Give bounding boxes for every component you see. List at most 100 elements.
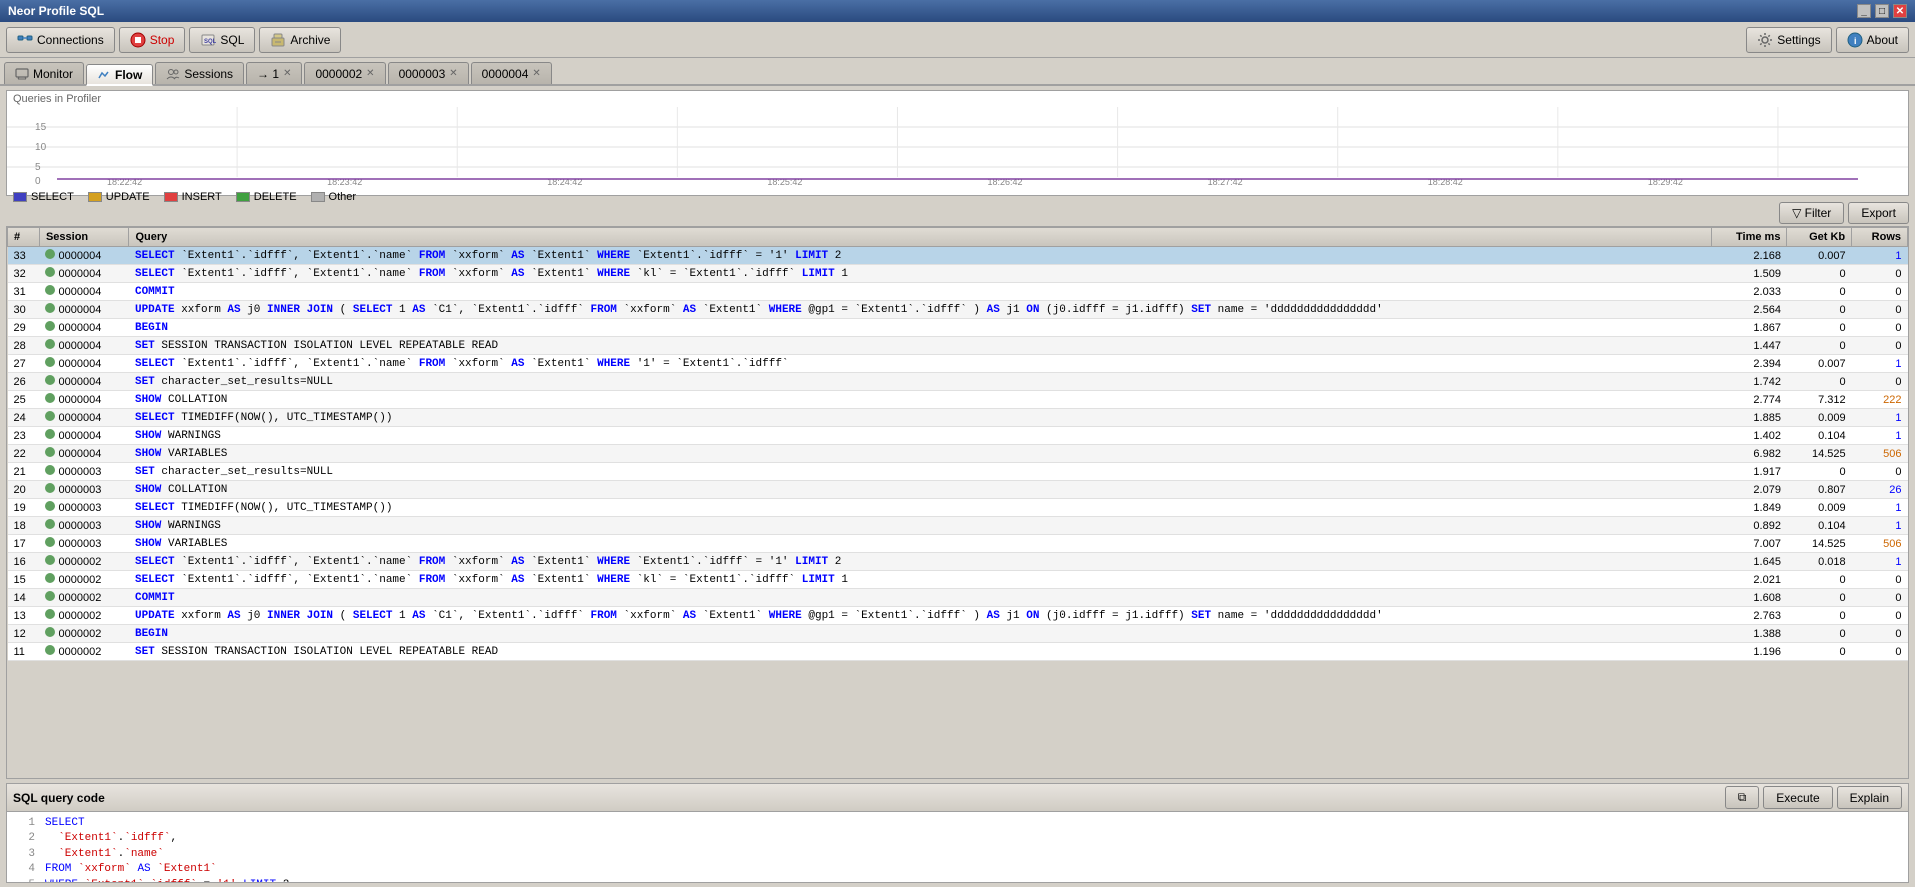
tabbar: Monitor Flow Sessions→ 1 ✕0000002 ✕00000… bbox=[0, 58, 1915, 86]
cell-getkb: 0 bbox=[1787, 625, 1852, 643]
about-button[interactable]: i About bbox=[1836, 27, 1909, 53]
table-row[interactable]: 29 0000004 BEGIN 1.867 0 0 bbox=[8, 319, 1908, 337]
connections-label: Connections bbox=[37, 33, 104, 47]
cell-time: 1.867 bbox=[1711, 319, 1787, 337]
table-row[interactable]: 11 0000002 SET SESSION TRANSACTION ISOLA… bbox=[8, 643, 1908, 661]
table-row[interactable]: 26 0000004 SET character_set_results=NUL… bbox=[8, 373, 1908, 391]
connections-button[interactable]: Connections bbox=[6, 27, 115, 53]
legend-item: Other bbox=[311, 191, 357, 203]
cell-time: 1.196 bbox=[1711, 643, 1787, 661]
table-row[interactable]: 14 0000002 COMMIT 1.608 0 0 bbox=[8, 589, 1908, 607]
status-icon bbox=[45, 591, 55, 601]
stop-button[interactable]: Stop bbox=[119, 27, 186, 53]
cell-query: SET SESSION TRANSACTION ISOLATION LEVEL … bbox=[129, 337, 1711, 355]
tab-close-t2[interactable]: ✕ bbox=[366, 68, 374, 79]
cell-num: 28 bbox=[8, 337, 40, 355]
table-row[interactable]: 33 0000004 SELECT `Extent1`.`idfff`, `Ex… bbox=[8, 247, 1908, 265]
svg-text:15: 15 bbox=[35, 122, 47, 133]
cell-query: SELECT TIMEDIFF(NOW(), UTC_TIMESTAMP()) bbox=[129, 499, 1711, 517]
query-table[interactable]: # Session Query Time ms Get Kb Rows 33 0… bbox=[6, 226, 1909, 779]
tab-t1[interactable]: → 1 ✕ bbox=[246, 62, 302, 84]
table-row[interactable]: 28 0000004 SET SESSION TRANSACTION ISOLA… bbox=[8, 337, 1908, 355]
cell-time: 2.021 bbox=[1711, 571, 1787, 589]
cell-getkb: 0.104 bbox=[1787, 517, 1852, 535]
table-row[interactable]: 15 0000002 SELECT `Extent1`.`idfff`, `Ex… bbox=[8, 571, 1908, 589]
cell-query: COMMIT bbox=[129, 589, 1711, 607]
table-row[interactable]: 13 0000002 UPDATE xxform AS j0 INNER JOI… bbox=[8, 607, 1908, 625]
archive-button[interactable]: Archive bbox=[259, 27, 341, 53]
cell-rows: 0 bbox=[1852, 301, 1908, 319]
cell-time: 1.742 bbox=[1711, 373, 1787, 391]
cell-query: SELECT `Extent1`.`idfff`, `Extent1`.`nam… bbox=[129, 553, 1711, 571]
table-row[interactable]: 21 0000003 SET character_set_results=NUL… bbox=[8, 463, 1908, 481]
close-btn[interactable]: ✕ bbox=[1893, 4, 1907, 18]
cell-query: SELECT TIMEDIFF(NOW(), UTC_TIMESTAMP()) bbox=[129, 409, 1711, 427]
tab-close-t3[interactable]: ✕ bbox=[449, 68, 457, 79]
filter-icon: ▽ bbox=[1792, 206, 1805, 220]
copy-button[interactable]: ⧉ bbox=[1725, 786, 1760, 809]
toolbar-right: Settings i About bbox=[1746, 27, 1909, 53]
archive-icon bbox=[270, 32, 286, 48]
table-row[interactable]: 19 0000003 SELECT TIMEDIFF(NOW(), UTC_TI… bbox=[8, 499, 1908, 517]
cell-time: 2.564 bbox=[1711, 301, 1787, 319]
code-line-5: 5 WHERE `Extent1`.`idfff` = '1' LIMIT 2 bbox=[15, 878, 1900, 882]
table-row[interactable]: 17 0000003 SHOW VARIABLES 7.007 14.525 5… bbox=[8, 535, 1908, 553]
table-row[interactable]: 30 0000004 UPDATE xxform AS j0 INNER JOI… bbox=[8, 301, 1908, 319]
cell-session: 0000002 bbox=[39, 643, 129, 661]
table-row[interactable]: 31 0000004 COMMIT 2.033 0 0 bbox=[8, 283, 1908, 301]
cell-query: SHOW VARIABLES bbox=[129, 445, 1711, 463]
svg-text:5: 5 bbox=[35, 162, 41, 173]
cell-rows: 0 bbox=[1852, 607, 1908, 625]
cell-query: SELECT `Extent1`.`idfff`, `Extent1`.`nam… bbox=[129, 265, 1711, 283]
tab-flow[interactable]: Flow bbox=[86, 64, 153, 86]
minimize-btn[interactable]: _ bbox=[1857, 4, 1871, 18]
table-row[interactable]: 18 0000003 SHOW WARNINGS 0.892 0.104 1 bbox=[8, 517, 1908, 535]
legend-label: UPDATE bbox=[106, 191, 150, 203]
cell-query: UPDATE xxform AS j0 INNER JOIN ( SELECT … bbox=[129, 301, 1711, 319]
table-row[interactable]: 16 0000002 SELECT `Extent1`.`idfff`, `Ex… bbox=[8, 553, 1908, 571]
status-icon bbox=[45, 267, 55, 277]
tab-t3[interactable]: 0000003 ✕ bbox=[388, 62, 469, 84]
tab-label-t4: 0000004 bbox=[482, 67, 529, 81]
export-button[interactable]: Export bbox=[1848, 202, 1909, 224]
table-row[interactable]: 24 0000004 SELECT TIMEDIFF(NOW(), UTC_TI… bbox=[8, 409, 1908, 427]
cell-session: 0000003 bbox=[39, 463, 129, 481]
status-icon bbox=[45, 609, 55, 619]
execute-button[interactable]: Execute bbox=[1763, 786, 1832, 809]
explain-button[interactable]: Explain bbox=[1837, 786, 1902, 809]
cell-num: 21 bbox=[8, 463, 40, 481]
cell-num: 25 bbox=[8, 391, 40, 409]
legend-item: SELECT bbox=[13, 191, 74, 203]
maximize-btn[interactable]: □ bbox=[1875, 4, 1889, 18]
cell-time: 1.447 bbox=[1711, 337, 1787, 355]
status-icon bbox=[45, 537, 55, 547]
cell-getkb: 0.807 bbox=[1787, 481, 1852, 499]
tab-t4[interactable]: 0000004 ✕ bbox=[471, 62, 552, 84]
titlebar-controls[interactable]: _ □ ✕ bbox=[1857, 4, 1907, 18]
status-icon bbox=[45, 321, 55, 331]
table-row[interactable]: 22 0000004 SHOW VARIABLES 6.982 14.525 5… bbox=[8, 445, 1908, 463]
tab-close-t1[interactable]: ✕ bbox=[283, 68, 291, 79]
filter-button[interactable]: ▽ Filter bbox=[1779, 202, 1844, 224]
tab-t2[interactable]: 0000002 ✕ bbox=[304, 62, 385, 84]
tab-sessions[interactable]: Sessions bbox=[155, 62, 244, 84]
cell-query: SET character_set_results=NULL bbox=[129, 463, 1711, 481]
table-row[interactable]: 12 0000002 BEGIN 1.388 0 0 bbox=[8, 625, 1908, 643]
tab-close-t4[interactable]: ✕ bbox=[532, 68, 540, 79]
cell-time: 2.763 bbox=[1711, 607, 1787, 625]
tab-monitor[interactable]: Monitor bbox=[4, 62, 84, 84]
cell-rows: 222 bbox=[1852, 391, 1908, 409]
table-row[interactable]: 27 0000004 SELECT `Extent1`.`idfff`, `Ex… bbox=[8, 355, 1908, 373]
table-row[interactable]: 20 0000003 SHOW COLLATION 2.079 0.807 26 bbox=[8, 481, 1908, 499]
table-row[interactable]: 23 0000004 SHOW WARNINGS 1.402 0.104 1 bbox=[8, 427, 1908, 445]
sql-editor: SQL query code ⧉ Execute Explain 1 SELEC… bbox=[6, 783, 1909, 883]
cell-num: 23 bbox=[8, 427, 40, 445]
settings-button[interactable]: Settings bbox=[1746, 27, 1831, 53]
tab-label-t1: → 1 bbox=[257, 67, 279, 81]
table-row[interactable]: 25 0000004 SHOW COLLATION 2.774 7.312 22… bbox=[8, 391, 1908, 409]
cell-time: 1.645 bbox=[1711, 553, 1787, 571]
tab-label-monitor: Monitor bbox=[33, 67, 73, 81]
table-row[interactable]: 32 0000004 SELECT `Extent1`.`idfff`, `Ex… bbox=[8, 265, 1908, 283]
cell-session: 0000002 bbox=[39, 625, 129, 643]
sql-button[interactable]: SQL SQL bbox=[189, 27, 255, 53]
